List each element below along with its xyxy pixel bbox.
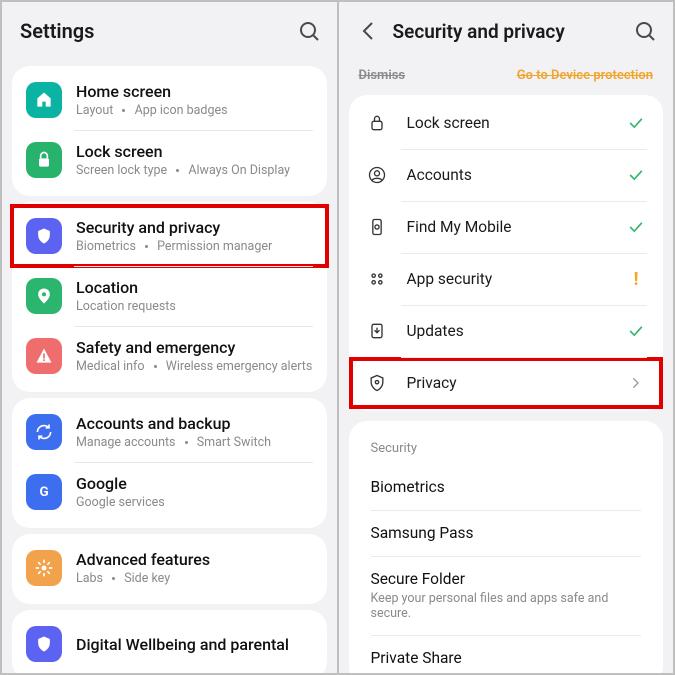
pin-icon	[26, 278, 62, 314]
settings-pane: Settings Home screen Layout App icon badg…	[2, 2, 337, 673]
row-texts: Security and privacy Biometrics Permissio…	[76, 218, 313, 254]
item-label: Private Share	[371, 649, 642, 667]
settings-group: Security and privacy Biometrics Permissio…	[12, 202, 327, 392]
settings-row-advanced[interactable]: Advanced features Labs Side key	[12, 538, 327, 598]
item-subtitle: Keep your personal files and apps safe a…	[371, 591, 642, 621]
account-icon	[365, 163, 389, 187]
search-icon[interactable]	[297, 19, 321, 43]
row-label: Find My Mobile	[407, 218, 626, 236]
header: Settings	[2, 2, 337, 60]
row-subtitle: Medical info Wireless emergency alerts	[76, 359, 313, 374]
settings-row-google[interactable]: Google Google services	[12, 462, 327, 522]
row-subtitle: Screen lock type Always On Display	[76, 163, 313, 178]
security-privacy-pane: Security and privacy Dismiss Go to Devic…	[337, 2, 674, 673]
security-item[interactable]: Private Share	[349, 635, 664, 673]
shield-outline-icon	[365, 371, 389, 395]
settings-row-home[interactable]: Home screen Layout App icon badges	[12, 70, 327, 130]
security-item[interactable]: Biometrics	[349, 464, 664, 510]
row-subtitle: Google services	[76, 495, 313, 510]
row-label: Accounts and backup	[76, 414, 313, 433]
go-to-device-protection-link[interactable]: Go to Device protection	[517, 68, 653, 83]
check-icon	[625, 165, 647, 185]
row-label: App security	[407, 270, 626, 288]
lock-icon	[26, 142, 62, 178]
page-title: Settings	[20, 19, 297, 43]
row-label: Digital Wellbeing and parental	[76, 635, 313, 654]
settings-group: Digital Wellbeing and parental	[12, 610, 327, 673]
row-texts: Lock screen Screen lock type Always On Di…	[76, 142, 313, 178]
security-item[interactable]: Secure Folder Keep your personal files an…	[349, 556, 664, 635]
status-card: Lock screen Accounts Find My Mobile App sec…	[349, 95, 664, 411]
settings-row-accounts[interactable]: Accounts and backup Manage accounts Smart…	[12, 402, 327, 462]
warning-icon: !	[625, 269, 647, 290]
header: Security and privacy	[339, 2, 674, 60]
row-texts: Location Location requests	[76, 278, 313, 314]
google-icon	[26, 474, 62, 510]
row-label: Lock screen	[407, 114, 626, 132]
wellbeing-icon	[26, 626, 62, 662]
row-texts: Safety and emergency Medical info Wireles…	[76, 338, 313, 374]
settings-row-wellbeing[interactable]: Digital Wellbeing and parental	[12, 614, 327, 673]
sync-icon	[26, 414, 62, 450]
settings-group: Advanced features Labs Side key	[12, 534, 327, 604]
section-header: Security	[349, 423, 664, 464]
settings-group: Accounts and backup Manage accounts Smart…	[12, 398, 327, 528]
row-texts: Digital Wellbeing and parental	[76, 635, 313, 654]
row-subtitle: Labs Side key	[76, 571, 313, 586]
check-icon	[625, 113, 647, 133]
row-subtitle: Manage accounts Smart Switch	[76, 435, 313, 450]
row-label: Privacy	[407, 374, 626, 392]
row-texts: Accounts and backup Manage accounts Smart…	[76, 414, 313, 450]
dismiss-link[interactable]: Dismiss	[359, 68, 406, 83]
item-label: Samsung Pass	[371, 524, 642, 542]
notification-bar: Dismiss Go to Device protection	[339, 60, 674, 95]
alert-icon	[26, 338, 62, 374]
status-row-findmy[interactable]: Find My Mobile	[349, 201, 664, 253]
status-row-lockscreen[interactable]: Lock screen	[349, 97, 664, 149]
row-label: Security and privacy	[76, 218, 313, 237]
row-subtitle: Biometrics Permission manager	[76, 239, 313, 254]
update-icon	[365, 319, 389, 343]
settings-row-lock[interactable]: Lock screen Screen lock type Always On Di…	[12, 130, 327, 190]
status-row-updates[interactable]: Updates	[349, 305, 664, 357]
grid-icon	[365, 267, 389, 291]
row-texts: Advanced features Labs Side key	[76, 550, 313, 586]
security-section-card: Security Biometrics Samsung Pass Secure Fol…	[349, 421, 664, 673]
page-title: Security and privacy	[393, 20, 634, 43]
device-icon	[365, 215, 389, 239]
row-label: Google	[76, 474, 313, 493]
back-icon[interactable]	[357, 19, 381, 43]
row-subtitle: Layout App icon badges	[76, 103, 313, 118]
row-texts: Google Google services	[76, 474, 313, 510]
security-item[interactable]: Samsung Pass	[349, 510, 664, 556]
shield-icon	[26, 218, 62, 254]
settings-row-location[interactable]: Location Location requests	[12, 266, 327, 326]
gear-icon	[26, 550, 62, 586]
item-label: Secure Folder	[371, 570, 642, 588]
home-icon	[26, 82, 62, 118]
status-row-accounts[interactable]: Accounts	[349, 149, 664, 201]
check-icon	[625, 217, 647, 237]
status-row-appsec[interactable]: App security!	[349, 253, 664, 305]
row-texts: Home screen Layout App icon badges	[76, 82, 313, 118]
settings-row-security[interactable]: Security and privacy Biometrics Permissio…	[12, 206, 327, 266]
settings-row-safety[interactable]: Safety and emergency Medical info Wireles…	[12, 326, 327, 386]
check-icon	[625, 321, 647, 341]
row-label: Safety and emergency	[76, 338, 313, 357]
search-icon[interactable]	[633, 19, 657, 43]
chevron-right-icon	[625, 375, 647, 391]
row-label: Advanced features	[76, 550, 313, 569]
row-label: Updates	[407, 322, 626, 340]
settings-group: Home screen Layout App icon badges Lock sc…	[12, 66, 327, 196]
row-label: Lock screen	[76, 142, 313, 161]
row-label: Location	[76, 278, 313, 297]
item-label: Biometrics	[371, 478, 642, 496]
status-row-privacy[interactable]: Privacy	[349, 357, 664, 409]
row-label: Home screen	[76, 82, 313, 101]
row-label: Accounts	[407, 166, 626, 184]
padlock-icon	[365, 111, 389, 135]
row-subtitle: Location requests	[76, 299, 313, 314]
